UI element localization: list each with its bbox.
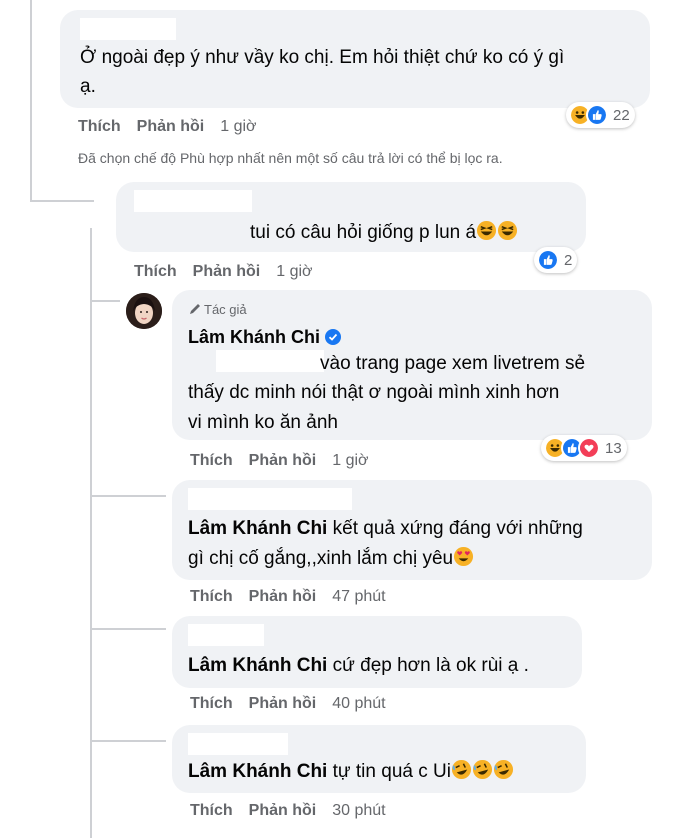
comment-actions: Thích Phản hồi 40 phút: [190, 695, 386, 713]
rofl-emoji: [451, 759, 471, 780]
like-link[interactable]: Thích: [190, 452, 233, 469]
timestamp[interactable]: 30 phút: [332, 802, 385, 819]
reply-link[interactable]: Phản hồi: [137, 118, 205, 135]
comment-text-line2: thấy dc minh nói thật ơ ngoài mình xinh …: [188, 382, 560, 403]
like-icon: [537, 249, 559, 271]
verified-badge-icon: [325, 329, 342, 345]
like-icon: [586, 104, 608, 126]
reaction-count: 2: [564, 251, 573, 269]
thread-line: [90, 628, 166, 630]
reply-link[interactable]: Phản hồi: [249, 802, 317, 819]
thread-line: [90, 740, 166, 742]
reaction-summary[interactable]: 22: [566, 102, 635, 128]
comment-text-content: cứ đẹp hơn là ok rùi ạ .: [332, 655, 529, 676]
comment-text-line3: vi mình ko ăn ảnh: [188, 412, 338, 433]
thread-line: [30, 0, 32, 200]
comment-text-line1: Lâm Khánh Chi tự tin quá c Ui: [188, 757, 514, 786]
grinning-squint-emoji: [498, 220, 518, 241]
avatar[interactable]: [126, 293, 162, 329]
reaction-count: 22: [613, 106, 630, 124]
pencil-icon: [190, 304, 200, 314]
comment-actions: Thích Phản hồi 1 giờ: [134, 263, 313, 281]
like-link[interactable]: Thích: [190, 802, 233, 819]
reply-link[interactable]: Phản hồi: [249, 588, 317, 605]
commenter-name-redacted[interactable]: [188, 488, 352, 510]
heart-eyes-emoji: [454, 546, 474, 567]
reaction-count: 13: [605, 439, 622, 457]
mention-tag[interactable]: Lâm Khánh Chi: [188, 655, 327, 676]
comment-text-line1: Lâm Khánh Chi kết quả xứng đáng với nhữn…: [188, 514, 583, 543]
comment-actions: Thích Phản hồi 1 giờ: [78, 118, 257, 136]
comment-text-line2: gì chị cố gắng,,xinh lắm chị yêu: [188, 544, 474, 573]
thread-line: [90, 495, 166, 497]
thread-line: [30, 200, 94, 202]
thread-line: [90, 300, 120, 302]
author-badge-label: Tác giả: [204, 302, 247, 317]
comment-actions: Thích Phản hồi 47 phút: [190, 588, 386, 606]
comment-text-line1: Lâm Khánh Chi cứ đẹp hơn là ok rùi ạ .: [188, 651, 529, 680]
comment-actions: Thích Phản hồi 1 giờ: [190, 452, 369, 470]
mention-tag[interactable]: Lâm Khánh Chi: [188, 761, 327, 782]
comment-text-line1: vào trang page xem livetrem sẻ: [320, 353, 586, 374]
reply-link[interactable]: Phản hồi: [249, 452, 317, 469]
like-link[interactable]: Thích: [190, 695, 233, 712]
reaction-summary[interactable]: 2: [534, 247, 578, 273]
rofl-emoji: [493, 759, 513, 780]
rofl-emoji: [472, 759, 492, 780]
author-name-text[interactable]: Lâm Khánh Chi: [188, 327, 320, 347]
comment-text: Ở ngoài đẹp ý như vầy ko chị. Em hỏi thi…: [80, 47, 565, 68]
commenter-name-redacted[interactable]: [134, 190, 252, 212]
author-name[interactable]: Lâm Khánh Chi: [188, 323, 342, 352]
reply-link[interactable]: Phản hồi: [249, 695, 317, 712]
comment-text: tui có câu hỏi giống p lun á: [250, 218, 518, 247]
like-link[interactable]: Thích: [78, 118, 121, 135]
timestamp[interactable]: 1 giờ: [220, 118, 256, 135]
comment-text-content: kết quả xứng đáng với những: [332, 518, 583, 539]
timestamp[interactable]: 1 giờ: [332, 452, 368, 469]
comment-text-content: tui có câu hỏi giống p lun á: [250, 222, 477, 243]
filter-notice: Đã chọn chế độ Phù hợp nhất nên một số c…: [78, 150, 503, 166]
thread-line: [90, 228, 92, 838]
grinning-squint-emoji: [477, 220, 497, 241]
mention-tag[interactable]: Lâm Khánh Chi: [188, 518, 327, 539]
timestamp[interactable]: 1 giờ: [276, 263, 312, 280]
timestamp[interactable]: 40 phút: [332, 695, 385, 712]
love-icon: [578, 437, 600, 459]
like-link[interactable]: Thích: [134, 263, 177, 280]
comment-actions: Thích Phản hồi 30 phút: [190, 802, 386, 820]
comment-text-line2: ạ.: [80, 76, 96, 97]
commenter-name-redacted[interactable]: [188, 624, 264, 646]
commenter-name-redacted[interactable]: [216, 350, 324, 372]
like-link[interactable]: Thích: [190, 588, 233, 605]
reaction-summary[interactable]: 13: [541, 435, 627, 461]
comment-text-content: gì chị cố gắng,,xinh lắm chị yêu: [188, 548, 454, 569]
reply-link[interactable]: Phản hồi: [193, 263, 261, 280]
avatar-image: [126, 293, 162, 329]
comment-text-content: tự tin quá c Ui: [332, 761, 451, 782]
commenter-name-redacted[interactable]: [188, 733, 288, 755]
commenter-name-redacted[interactable]: [80, 18, 176, 40]
author-badge: Tác giả: [188, 302, 247, 317]
timestamp[interactable]: 47 phút: [332, 588, 385, 605]
